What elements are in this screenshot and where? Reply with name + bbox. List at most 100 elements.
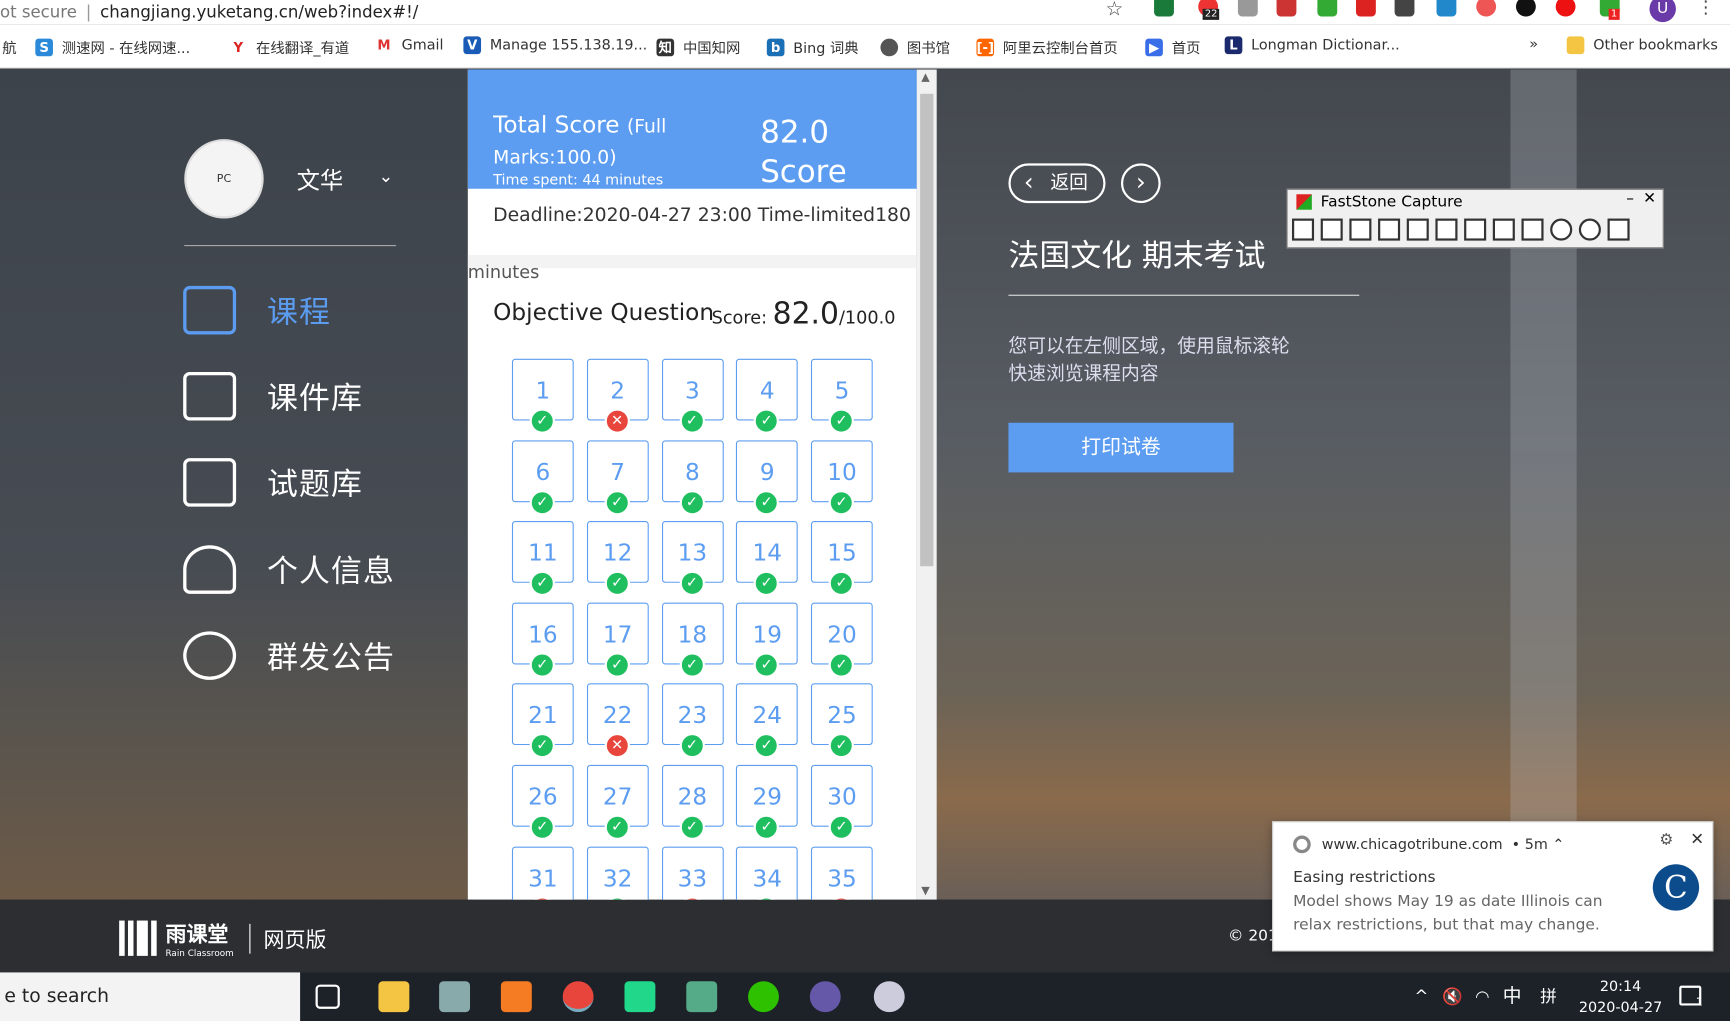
question-tile[interactable]: 23 ✓ [661,683,724,759]
not-secure-label[interactable]: ot secure [0,2,77,22]
question-tile[interactable]: 31 ✕ [511,846,574,900]
wifi-icon[interactable]: ◠ [1475,972,1489,1021]
scrollbar[interactable]: ▲ ▼ [916,69,937,900]
question-tile[interactable]: 16 ✓ [511,602,574,678]
question-tile[interactable]: 32 ✓ [586,846,649,900]
bookmark-item[interactable]: V Manage 155.138.19... [463,36,647,55]
question-tile[interactable]: 34 ✓ [736,846,799,900]
question-tile[interactable]: 33 ✕ [661,846,724,900]
chevron-up-icon[interactable]: ^ [1414,972,1428,1021]
question-tile[interactable]: 28 ✓ [661,764,724,840]
close-icon[interactable]: ✕ [1690,829,1704,849]
question-tile[interactable]: 9 ✓ [736,439,799,516]
faststone-titlebar[interactable]: FastStone Capture – ✕ [1288,190,1663,214]
task-view-icon[interactable] [315,984,340,1009]
scroll-down-icon[interactable]: ▼ [921,885,929,897]
question-tile[interactable]: 5 ✓ [811,358,873,434]
question-tile[interactable]: 22 ✕ [586,683,649,759]
extension-icon[interactable] [1515,0,1536,17]
question-tile[interactable]: 6 ✓ [511,439,574,516]
ime-mode-indicator[interactable]: 拼 [1540,972,1557,1021]
question-tile[interactable]: 21 ✓ [511,683,574,759]
open-folder-icon[interactable] [1291,218,1315,241]
back-button[interactable]: ‹ 返回 [1008,163,1106,204]
question-tile[interactable]: 15 ✓ [811,521,873,597]
profile-avatar[interactable]: U [1649,0,1676,23]
bookmark-item[interactable]: L Longman Dictionar... [1224,36,1400,55]
extension-icon[interactable] [1436,0,1457,17]
chrome-icon[interactable] [562,981,594,1013]
question-tile[interactable]: 11 ✓ [511,521,574,597]
file-explorer-icon[interactable] [378,981,410,1013]
question-tile[interactable]: 2 ✕ [586,358,649,434]
close-icon[interactable]: ✕ [1643,190,1656,208]
extension-icon[interactable] [1237,0,1258,17]
capture-window-icon[interactable] [1320,218,1343,241]
question-tile[interactable]: 17 ✓ [586,602,649,678]
settings-icon[interactable] [1607,218,1630,241]
adblock-icon[interactable] [1355,0,1376,17]
avatar[interactable]: PC [184,139,264,219]
pycharm-icon[interactable] [624,981,656,1013]
app-icon[interactable] [686,981,718,1013]
capture-fullscreen-icon[interactable] [1435,218,1458,241]
bookmark-item[interactable]: Y 在线翻译_有道 [229,36,349,57]
capture-fixed-icon[interactable] [1492,218,1515,241]
url-text[interactable]: changjiang.yuketang.cn/web?index#!/ [100,2,418,22]
user-name[interactable]: 文华 [297,163,343,196]
extension-icon[interactable] [1476,0,1497,17]
question-tile[interactable]: 8 ✓ [661,439,724,516]
bookmark-item[interactable]: 知中国知网 [656,36,740,57]
menu-kebab-icon[interactable]: ⋮ [1697,0,1715,18]
bookmark-item[interactable]: 图书馆 [880,36,950,57]
bookmark-item[interactable]: M Gmail [375,36,443,55]
question-tile[interactable]: 4 ✓ [736,358,799,434]
address-bar[interactable]: ot secure | changjiang.yuketang.cn/web?i… [0,0,1730,25]
question-tile[interactable]: 14 ✓ [736,521,799,597]
opera-icon[interactable] [1555,0,1576,17]
question-tile[interactable]: 12 ✓ [586,521,649,597]
extension-icon[interactable] [1154,0,1174,17]
ime-indicator[interactable]: 中 [1503,972,1522,1021]
capture-rectangle-icon[interactable] [1378,218,1401,241]
capture-object-icon[interactable] [1349,218,1372,241]
extension-icon[interactable] [1276,0,1297,17]
question-tile[interactable]: 19 ✓ [736,602,799,678]
sidebar-item-courseware[interactable]: 课件库 [183,371,363,421]
palette-icon[interactable] [1578,218,1601,241]
graduation-cap-icon[interactable] [873,981,905,1013]
question-tile[interactable]: 29 ✓ [736,764,799,840]
capture-freehand-icon[interactable] [1406,218,1429,241]
timer-icon[interactable] [1550,218,1573,241]
notification-toast[interactable]: www.chicagotribune.com • 5m ⌃ ⚙ ✕ Easing… [1272,821,1714,952]
scrollbar-thumb[interactable] [920,93,934,567]
next-button[interactable]: › [1120,163,1161,204]
pdf-app-icon[interactable] [500,981,532,1013]
bookmark-item[interactable]: [-] 阿里云控制台首页 [976,36,1118,57]
extension-icon[interactable] [1317,0,1338,17]
minimize-icon[interactable]: – [1626,190,1634,208]
question-tile[interactable]: 27 ✓ [586,764,649,840]
question-tile[interactable]: 25 ✓ [811,683,873,759]
rain-classroom-logo[interactable]: 雨课堂 Rain Classroom 网页版 [119,918,326,958]
question-tile[interactable]: 3 ✓ [661,358,724,434]
bookmark-item[interactable]: S 测速网 - 在线网速... [35,36,190,57]
sidebar-item-question-bank[interactable]: 试题库 [183,458,363,507]
print-paper-button[interactable]: 打印试卷 [1008,422,1234,473]
question-tile[interactable]: 24 ✓ [736,683,799,759]
clock[interactable]: 20:14 2020-04-27 [1579,977,1662,1019]
screen-recorder-icon[interactable] [1521,218,1544,241]
bookmark-item[interactable]: b Bing 词典 [766,36,859,57]
question-tile[interactable]: 10 ✓ [811,439,873,516]
sidebar-item-announcement[interactable]: 群发公告 [183,631,395,680]
faststone-capture-toolbar[interactable]: FastStone Capture – ✕ [1286,188,1664,249]
sidebar-item-profile[interactable]: 个人信息 [183,545,395,594]
question-tile[interactable]: 26 ✓ [511,764,574,840]
capture-scrolling-icon[interactable] [1464,218,1487,241]
app-icon[interactable] [439,981,471,1013]
question-tile[interactable]: 1 ✓ [511,358,574,434]
chevron-down-icon[interactable]: ⌄ [378,166,393,187]
bookmark-star-icon[interactable]: ☆ [1106,0,1124,21]
score-panel[interactable]: Total Score (Full Marks:100.0) Time spen… [467,69,917,900]
question-tile[interactable]: 18 ✓ [661,602,724,678]
